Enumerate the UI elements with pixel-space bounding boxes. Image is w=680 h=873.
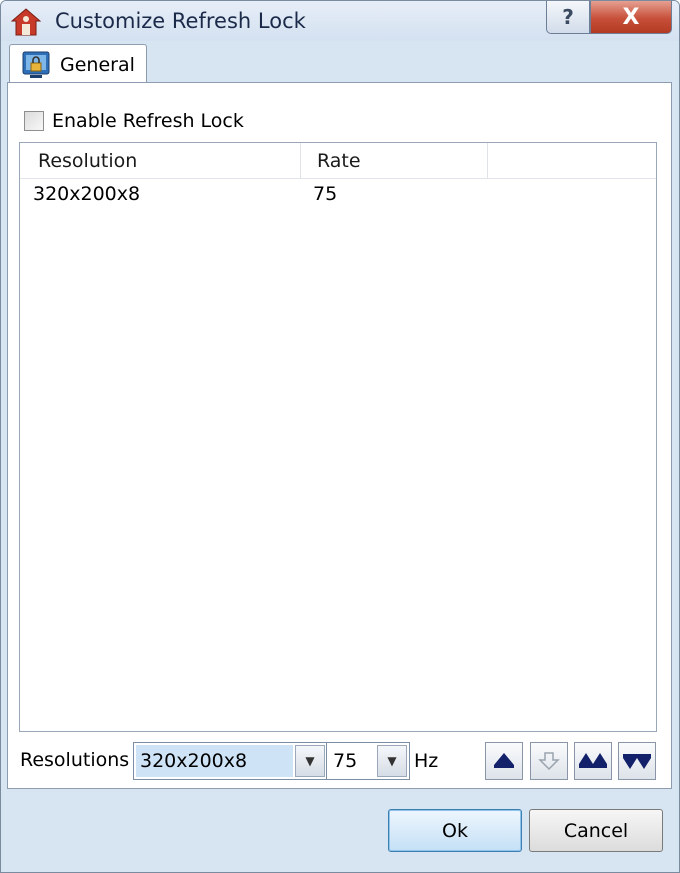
help-icon: ? (562, 5, 574, 29)
resolution-combobox-value[interactable]: 320x200x8 (136, 745, 293, 777)
enable-refresh-lock-checkbox[interactable] (24, 111, 44, 131)
column-header-resolution[interactable]: Resolution (20, 143, 301, 179)
row-rate: 75 (313, 183, 338, 205)
move-to-top-button[interactable] (574, 742, 612, 780)
column-header-rate[interactable]: Rate (301, 143, 488, 179)
move-top-icon (579, 753, 607, 768)
ok-button-label: Ok (442, 819, 468, 842)
row-resolution: 320x200x8 (33, 183, 141, 205)
rate-combobox-value[interactable]: 75 (329, 745, 375, 777)
resolution-dropdown-button[interactable]: ▼ (295, 745, 325, 777)
close-icon: X (622, 4, 640, 30)
help-button[interactable]: ? (546, 1, 590, 34)
rate-dropdown-button[interactable]: ▼ (377, 745, 407, 777)
tab-general-label: General (60, 53, 135, 76)
move-to-bottom-button[interactable] (618, 742, 656, 780)
move-up-icon (494, 753, 514, 768)
resolution-combobox[interactable]: 320x200x8 ▼ (133, 742, 328, 780)
list-header: Resolution Rate (20, 143, 656, 179)
move-down-button[interactable] (530, 742, 568, 780)
move-bottom-icon (623, 754, 651, 769)
window-title: Customize Refresh Lock (55, 9, 306, 33)
hz-label: Hz (414, 750, 439, 772)
chevron-down-icon: ▼ (305, 754, 315, 768)
cancel-button-label: Cancel (563, 819, 629, 842)
general-panel: Enable Refresh Lock Resolution Rate 320x… (7, 82, 672, 789)
chevron-down-icon: ▼ (387, 754, 397, 768)
rate-combobox[interactable]: 75 ▼ (326, 742, 410, 780)
enable-refresh-lock-label[interactable]: Enable Refresh Lock (52, 110, 244, 132)
table-row[interactable]: 320x200x8 75 (20, 181, 656, 211)
close-button[interactable]: X (590, 1, 672, 34)
tab-strip: General (9, 41, 672, 84)
move-down-icon (538, 752, 560, 771)
enable-refresh-lock-row[interactable]: Enable Refresh Lock (24, 109, 244, 133)
resolution-list[interactable]: Resolution Rate 320x200x8 75 (19, 142, 657, 732)
cancel-button[interactable]: Cancel (529, 809, 663, 852)
tab-general[interactable]: General (9, 44, 147, 84)
dialog-window: Customize Refresh Lock ? X General Enabl… (0, 0, 680, 873)
title-bar[interactable]: Customize Refresh Lock ? X (1, 1, 679, 41)
resolutions-label: Resolutions (20, 749, 130, 771)
move-up-button[interactable] (485, 742, 523, 780)
monitor-lock-icon (22, 51, 50, 78)
app-icon (11, 8, 41, 36)
ok-button[interactable]: Ok (388, 809, 522, 852)
